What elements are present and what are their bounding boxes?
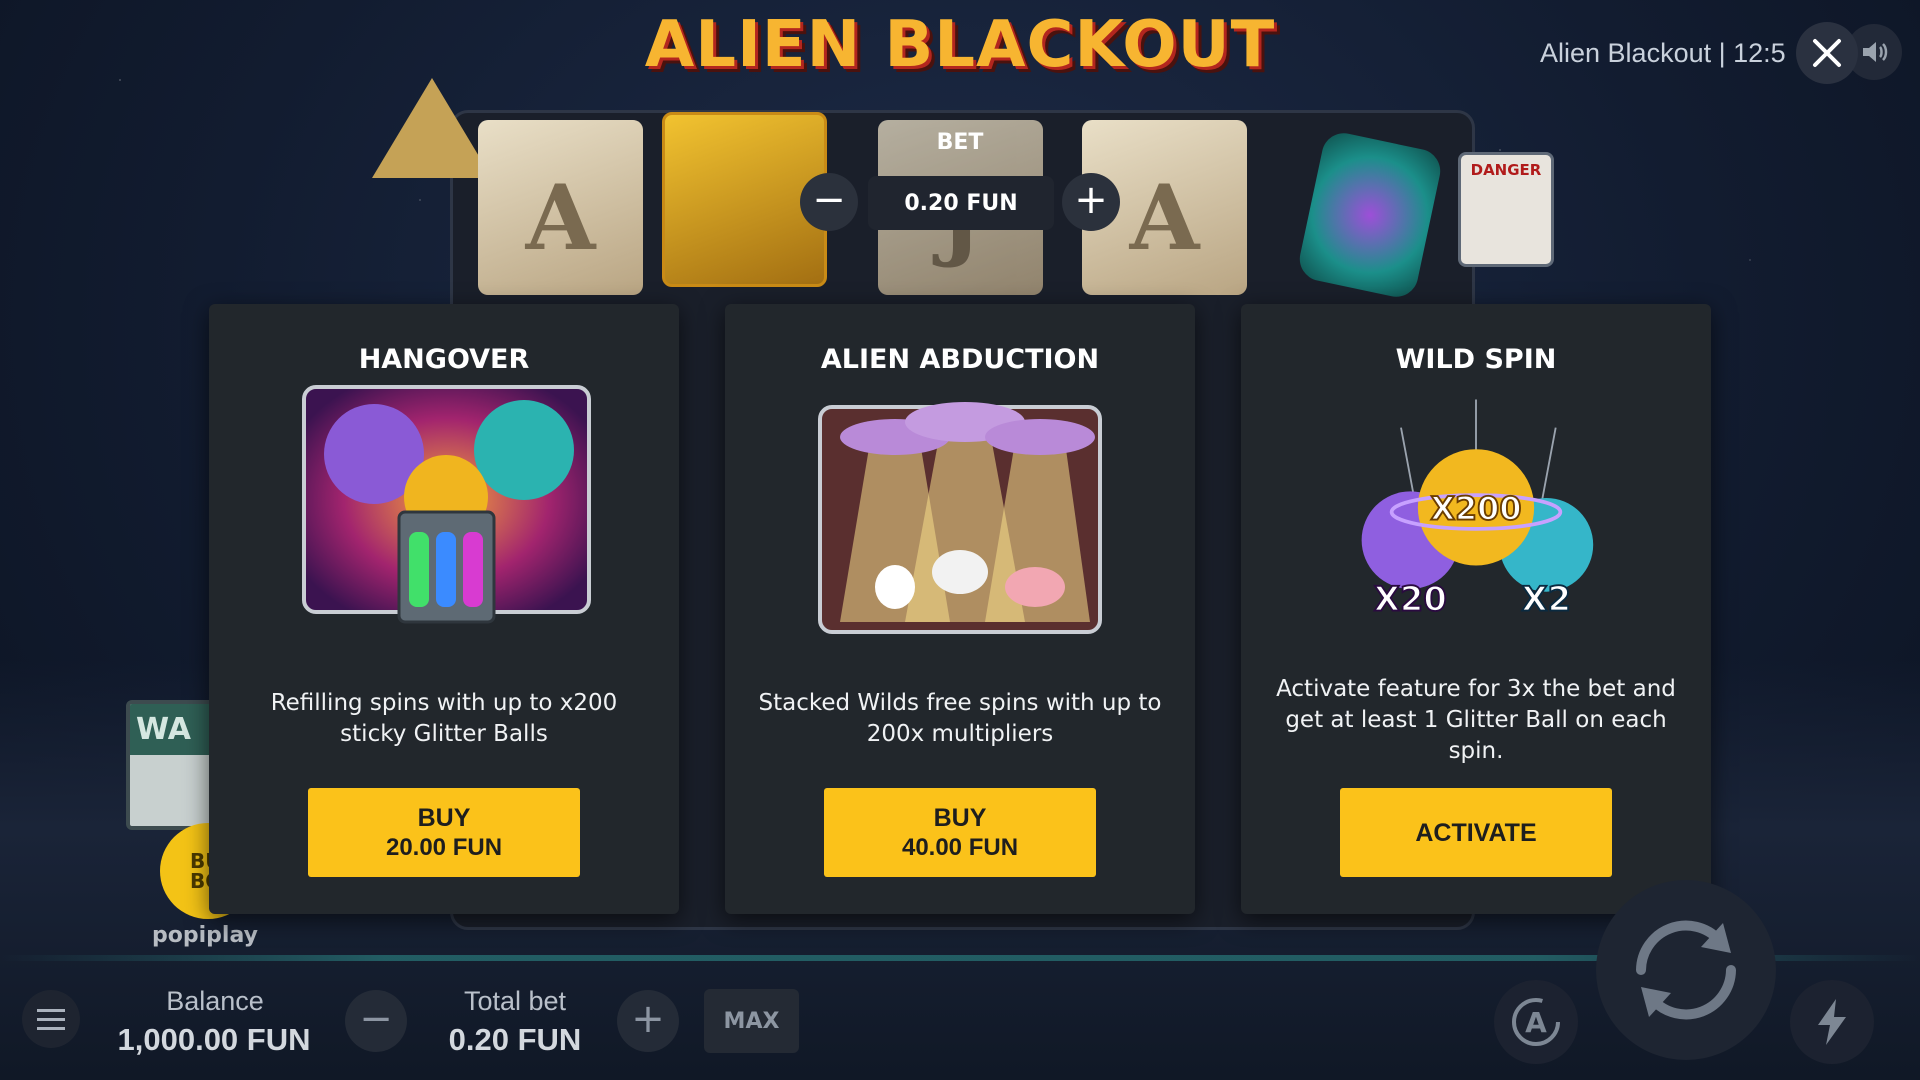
multiplier-x2: X2 bbox=[1522, 579, 1572, 618]
spin-button[interactable] bbox=[1596, 880, 1776, 1060]
turbo-button[interactable] bbox=[1790, 980, 1874, 1064]
max-bet-button[interactable]: MAX bbox=[704, 989, 799, 1053]
multiplier-x200: X200 bbox=[1430, 490, 1521, 528]
activate-wild-spin-button[interactable]: ACTIVATE bbox=[1340, 788, 1612, 877]
balance-value: 1,000.00 FUN bbox=[117, 1022, 311, 1057]
reel-symbol-paper-a: A bbox=[478, 120, 643, 295]
buy-button-label: BUY bbox=[417, 803, 471, 832]
lightning-icon bbox=[1818, 999, 1846, 1045]
total-bet-decrease-button[interactable]: − bbox=[345, 990, 407, 1052]
brand-logo: popiplay bbox=[152, 923, 258, 948]
feature-title: WILD SPIN bbox=[1395, 344, 1557, 375]
total-bet-value: 0.20 FUN bbox=[448, 1022, 582, 1057]
autoplay-icon: A bbox=[1512, 998, 1560, 1046]
buy-button-price: 20.00 FUN bbox=[385, 833, 503, 861]
feature-description: Activate feature for 3x the bet and get … bbox=[1276, 676, 1676, 764]
feature-card-wild-spin: WILD SPIN X200 X20 X2 Activate feature f… bbox=[1241, 304, 1711, 914]
speaker-icon bbox=[1863, 42, 1888, 62]
spin-icon bbox=[1636, 920, 1736, 1020]
feature-title: HANGOVER bbox=[358, 344, 530, 375]
svg-text:A: A bbox=[1525, 1006, 1547, 1039]
total-bet-increase-button[interactable]: + bbox=[617, 990, 679, 1052]
close-button[interactable] bbox=[1796, 22, 1858, 84]
close-icon bbox=[1813, 39, 1841, 67]
buy-hangover-button[interactable]: BUY 20.00 FUN bbox=[308, 788, 580, 877]
balance-label: Balance bbox=[166, 986, 264, 1016]
bet-decrease-button[interactable]: − bbox=[800, 173, 858, 231]
feature-description: Refilling spins with up to x200 sticky G… bbox=[270, 690, 618, 747]
feature-card-alien-abduction: ALIEN ABDUCTION Stacked Wilds free spins… bbox=[725, 304, 1195, 914]
multiplier-x20: X20 bbox=[1374, 579, 1447, 618]
bet-increase-button[interactable]: + bbox=[1062, 173, 1120, 231]
feature-title: ALIEN ABDUCTION bbox=[820, 344, 1100, 375]
feature-description: Stacked Wilds free spins with up to 200x… bbox=[758, 690, 1162, 747]
buy-button-label: BUY bbox=[933, 803, 987, 832]
bet-label: BET bbox=[936, 130, 984, 155]
total-bet-label: Total bet bbox=[463, 986, 567, 1016]
buy-alien-abduction-button[interactable]: BUY 40.00 FUN bbox=[824, 788, 1096, 877]
danger-sign: DANGER bbox=[1458, 152, 1554, 267]
window-title: Alien Blackout | 12:5 bbox=[1540, 38, 1786, 68]
glitter-balls-multiplier-icon: X200 X20 X2 bbox=[1326, 382, 1626, 642]
warning-sign: WA bbox=[126, 700, 221, 830]
feature-card-hangover: HANGOVER Refilling spins with up to x200… bbox=[209, 304, 679, 914]
ufo-abduction-icon bbox=[810, 382, 1110, 642]
buy-button-price: 40.00 FUN bbox=[901, 833, 1019, 861]
bet-value: 0.20 FUN bbox=[868, 176, 1054, 230]
autoplay-button[interactable]: A bbox=[1494, 980, 1578, 1064]
activate-button-label: ACTIVATE bbox=[1415, 818, 1537, 847]
menu-button[interactable] bbox=[22, 990, 80, 1048]
menu-icon bbox=[37, 1008, 65, 1012]
glitter-ball-machine-icon bbox=[294, 382, 594, 642]
